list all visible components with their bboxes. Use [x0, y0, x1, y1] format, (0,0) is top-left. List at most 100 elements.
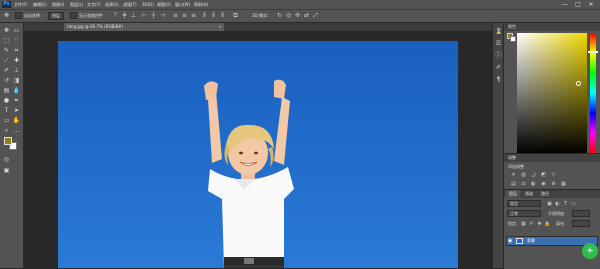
- menu-type[interactable]: 文字(Y): [87, 1, 101, 8]
- gradient-icon[interactable]: ▤: [2, 86, 11, 95]
- brush-tool-icon[interactable]: ✐: [2, 66, 11, 75]
- move-tool-icon[interactable]: ✥: [2, 26, 11, 35]
- menu-3d[interactable]: 3D(D): [142, 1, 154, 8]
- tab-channels[interactable]: 通道: [522, 190, 536, 198]
- fill-input[interactable]: [572, 220, 590, 227]
- align-top-icon[interactable]: ⊤: [112, 12, 119, 19]
- levels-icon[interactable]: ▥: [520, 172, 527, 178]
- blur-icon[interactable]: 💧: [12, 86, 21, 95]
- brightness-icon[interactable]: ☀: [510, 172, 517, 178]
- distribute-right-icon[interactable]: ⦀: [219, 12, 226, 19]
- menu-window[interactable]: 窗口(W): [175, 1, 190, 8]
- document-tab[interactable]: timg.jpg @ 66.7% (RGB/8#) ×: [64, 23, 224, 31]
- filter-shape-icon[interactable]: ▭: [570, 201, 577, 207]
- distribute-top-icon[interactable]: ≡: [172, 12, 179, 19]
- hue-saturation-icon[interactable]: ▤: [510, 181, 517, 187]
- lock-pixels-icon[interactable]: ✐: [528, 221, 535, 227]
- opacity-input[interactable]: [572, 210, 590, 217]
- lasso-tool-icon[interactable]: ➰: [12, 36, 21, 45]
- align-center-icon[interactable]: ┼: [150, 12, 157, 19]
- color-lookup-icon[interactable]: ▦: [560, 181, 567, 187]
- distribute-center-icon[interactable]: ⦀: [210, 12, 217, 19]
- menu-select[interactable]: 选择(S): [105, 1, 119, 8]
- auto-select-checkbox[interactable]: [15, 12, 22, 19]
- tab-paths[interactable]: 路径: [538, 190, 552, 198]
- align-bottom-icon[interactable]: ⊥: [130, 12, 137, 19]
- menu-layer[interactable]: 图层(L): [70, 1, 83, 8]
- stamp-tool-icon[interactable]: ⊥: [12, 66, 21, 75]
- blend-mode-dropdown[interactable]: 正常: [507, 210, 541, 217]
- lock-all-icon[interactable]: 🔒: [544, 221, 551, 227]
- lock-position-icon[interactable]: ✥: [536, 221, 543, 227]
- distribute-middle-icon[interactable]: ≡: [181, 12, 188, 19]
- visibility-eye-icon[interactable]: ◉: [508, 238, 514, 244]
- history-brush-icon[interactable]: ↺: [2, 76, 11, 85]
- info-panel-icon[interactable]: ⓘ: [495, 52, 502, 59]
- document-image[interactable]: [58, 41, 458, 268]
- photo-filter-icon[interactable]: ◉: [540, 181, 547, 187]
- black-white-icon[interactable]: ◐: [530, 181, 537, 187]
- filter-pixel-icon[interactable]: ▣: [546, 201, 553, 207]
- eyedropper-icon[interactable]: ⟋: [2, 56, 11, 65]
- align-left-icon[interactable]: ⊢: [141, 12, 148, 19]
- distribute-left-icon[interactable]: ⦀: [201, 12, 208, 19]
- quick-mask-icon[interactable]: ◎: [2, 155, 11, 164]
- pen-tool-icon[interactable]: ✒: [12, 96, 21, 105]
- brush-panel-icon[interactable]: ✐: [495, 64, 502, 71]
- artboard-tool-icon[interactable]: ▭: [12, 26, 21, 35]
- paragraph-panel-icon[interactable]: ¶: [495, 76, 502, 83]
- history-panel-icon[interactable]: ⌛: [495, 28, 502, 35]
- channel-mixer-icon[interactable]: ⊕: [550, 181, 557, 187]
- layer-kind-filter[interactable]: 类型: [507, 200, 541, 207]
- menu-filter[interactable]: 滤镜(T): [123, 1, 137, 8]
- maximize-icon[interactable]: □: [573, 1, 583, 8]
- close-icon[interactable]: ✕: [586, 1, 596, 8]
- marquee-tool-icon[interactable]: ⬚: [2, 36, 11, 45]
- dodge-icon[interactable]: ●: [2, 96, 11, 105]
- quick-select-icon[interactable]: ✎: [2, 46, 11, 55]
- crop-tool-icon[interactable]: ⌗: [12, 46, 21, 55]
- menu-image[interactable]: 图像(I): [52, 1, 64, 8]
- properties-panel-icon[interactable]: ☰: [495, 40, 502, 47]
- shape-tool-icon[interactable]: ▭: [2, 116, 11, 125]
- menu-view[interactable]: 视图(V): [157, 1, 171, 8]
- hue-slider-marker[interactable]: [588, 51, 598, 53]
- vibrance-icon[interactable]: ▽: [550, 172, 557, 178]
- auto-select-dropdown[interactable]: 图层: [48, 12, 64, 20]
- color-balance-icon[interactable]: ⚖: [520, 181, 527, 187]
- color-picker-marker[interactable]: [576, 81, 581, 86]
- panel-background-swatch[interactable]: [510, 36, 516, 42]
- auto-align-icon[interactable]: ⧉: [232, 12, 239, 19]
- align-right-icon[interactable]: ⊣: [159, 12, 166, 19]
- tab-close-icon[interactable]: ×: [219, 23, 222, 31]
- tab-layers[interactable]: 图层: [506, 190, 520, 198]
- 3d-roll-icon[interactable]: ◎: [285, 12, 292, 19]
- show-transform-checkbox[interactable]: [70, 12, 77, 19]
- filter-adjust-icon[interactable]: ◐: [554, 201, 561, 207]
- lock-transparency-icon[interactable]: ▦: [520, 221, 527, 227]
- foreground-color-swatch[interactable]: [4, 137, 12, 145]
- healing-brush-icon[interactable]: ✚: [12, 56, 21, 65]
- 3d-slide-icon[interactable]: ⇄: [303, 12, 310, 19]
- menu-file[interactable]: 文件(F): [14, 1, 27, 8]
- 3d-rotate-icon[interactable]: ↻: [276, 12, 283, 19]
- menu-edit[interactable]: 编辑(E): [33, 1, 47, 8]
- filter-type-icon[interactable]: T: [562, 201, 569, 207]
- more-tools-icon[interactable]: …: [12, 126, 21, 135]
- move-tool-preset-icon[interactable]: ✥: [3, 12, 10, 19]
- align-middle-icon[interactable]: ╪: [121, 12, 128, 19]
- saturation-brightness-field[interactable]: [517, 33, 587, 153]
- curves-icon[interactable]: ◿: [530, 172, 537, 178]
- screen-mode-icon[interactable]: ▣: [2, 166, 11, 175]
- 3d-scale-icon[interactable]: ⤢: [312, 12, 319, 19]
- floating-assistant-icon[interactable]: +: [582, 243, 598, 259]
- path-select-icon[interactable]: ➤: [12, 106, 21, 115]
- hand-tool-icon[interactable]: ✋: [12, 116, 21, 125]
- minimize-icon[interactable]: —: [560, 1, 570, 8]
- canvas-area[interactable]: [24, 31, 492, 268]
- type-tool-icon[interactable]: T: [2, 106, 11, 115]
- distribute-bottom-icon[interactable]: ≡: [190, 12, 197, 19]
- 3d-pan-icon[interactable]: ✣: [294, 12, 301, 19]
- exposure-icon[interactable]: ◩: [540, 172, 547, 178]
- menu-help[interactable]: 帮助(H): [194, 1, 208, 8]
